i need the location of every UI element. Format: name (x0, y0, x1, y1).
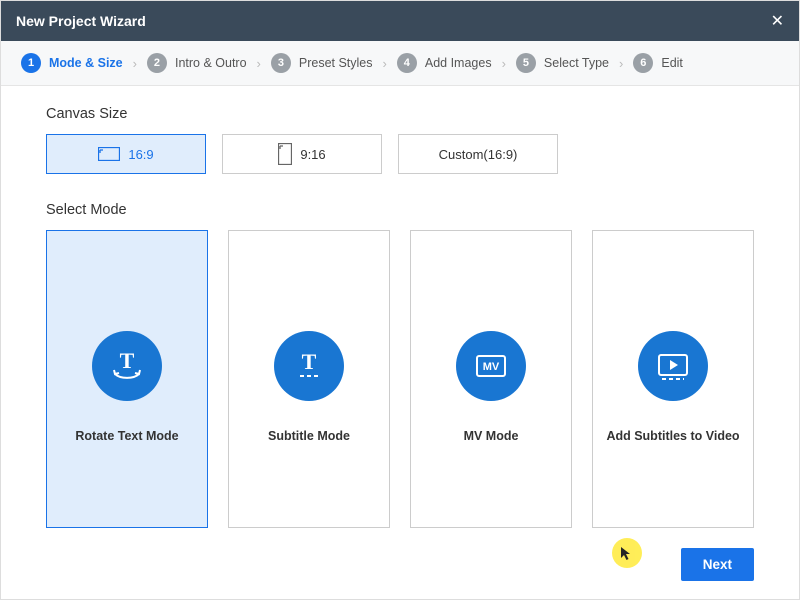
mv-icon: MV (456, 331, 526, 401)
chevron-right-icon: › (383, 56, 387, 71)
svg-text:T: T (302, 349, 317, 374)
portrait-ratio-icon (278, 143, 292, 165)
svg-text:MV: MV (483, 361, 500, 373)
mode-card-label: Subtitle Mode (262, 429, 356, 443)
content-area: Canvas Size 16:9 9:16 Custom(16:9) Select … (1, 86, 799, 540)
canvas-size-options: 16:9 9:16 Custom(16:9) (46, 134, 754, 174)
step-label: Mode & Size (49, 56, 123, 70)
step-number: 3 (271, 53, 291, 73)
chevron-right-icon: › (502, 56, 506, 71)
landscape-ratio-icon (98, 147, 120, 161)
svg-text:T: T (120, 348, 135, 373)
mode-card-0[interactable]: T Rotate Text Mode (46, 230, 208, 528)
mode-options: T Rotate Text Mode T Subtitle Mode MV MV Mode… (46, 230, 754, 528)
step-5[interactable]: 5 Select Type (516, 53, 609, 73)
chevron-right-icon: › (619, 56, 623, 71)
step-number: 4 (397, 53, 417, 73)
canvas-option-label: 9:16 (300, 147, 325, 162)
mode-card-label: Add Subtitles to Video (600, 429, 745, 443)
mode-card-label: MV Mode (458, 429, 525, 443)
footer: Next (1, 540, 799, 599)
wizard-window: New Project Wizard ✕ 1 Mode & Size › 2 Intro… (0, 0, 800, 600)
mode-card-2[interactable]: MV MV Mode (410, 230, 572, 528)
mode-card-label: Rotate Text Mode (69, 429, 184, 443)
next-button[interactable]: Next (681, 548, 754, 581)
step-label: Preset Styles (299, 56, 373, 70)
chevron-right-icon: › (133, 56, 137, 71)
step-6[interactable]: 6 Edit (633, 53, 683, 73)
select-mode-label: Select Mode (46, 202, 754, 218)
titlebar: New Project Wizard ✕ (1, 1, 799, 41)
wizard-steps: 1 Mode & Size › 2 Intro & Outro › 3 Preset Styl… (1, 41, 799, 86)
play-video-icon (638, 331, 708, 401)
step-label: Intro & Outro (175, 56, 247, 70)
close-icon[interactable]: ✕ (771, 11, 784, 31)
step-label: Edit (661, 56, 683, 70)
canvas-option-2[interactable]: Custom(16:9) (398, 134, 558, 174)
step-number: 2 (147, 53, 167, 73)
canvas-option-label: Custom(16:9) (439, 147, 518, 162)
window-title: New Project Wizard (16, 13, 146, 29)
step-label: Select Type (544, 56, 609, 70)
canvas-option-label: 16:9 (128, 147, 153, 162)
step-number: 1 (21, 53, 41, 73)
subtitle-icon: T (274, 331, 344, 401)
canvas-option-1[interactable]: 9:16 (222, 134, 382, 174)
canvas-size-label: Canvas Size (46, 106, 754, 122)
mode-card-1[interactable]: T Subtitle Mode (228, 230, 390, 528)
step-3[interactable]: 3 Preset Styles (271, 53, 373, 73)
step-number: 6 (633, 53, 653, 73)
rotate-text-icon: T (92, 331, 162, 401)
step-1[interactable]: 1 Mode & Size (21, 53, 123, 73)
canvas-option-0[interactable]: 16:9 (46, 134, 206, 174)
step-4[interactable]: 4 Add Images (397, 53, 492, 73)
step-label: Add Images (425, 56, 492, 70)
mode-card-3[interactable]: Add Subtitles to Video (592, 230, 754, 528)
chevron-right-icon: › (257, 56, 261, 71)
step-2[interactable]: 2 Intro & Outro (147, 53, 247, 73)
step-number: 5 (516, 53, 536, 73)
